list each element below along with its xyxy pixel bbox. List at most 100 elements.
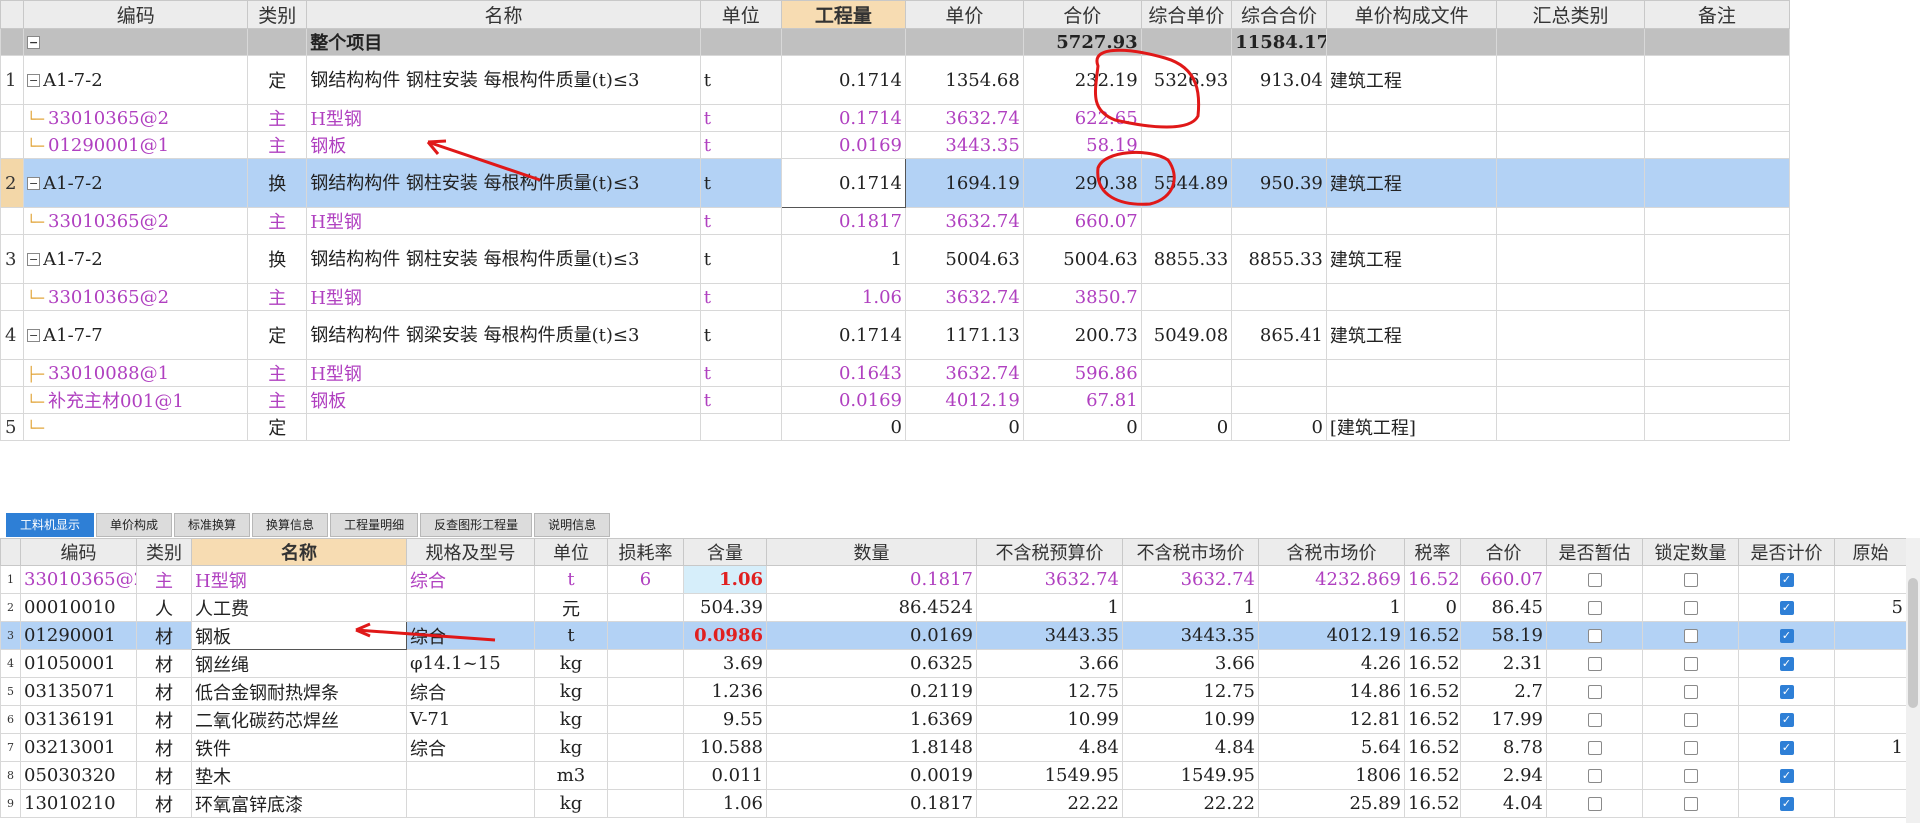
resource-name[interactable]: 环氧富锌底漆: [191, 789, 407, 818]
scroll-thumb[interactable]: [1908, 578, 1918, 708]
resource-loss-rate[interactable]: [607, 621, 684, 650]
header-type[interactable]: 类别: [247, 0, 308, 29]
header-code[interactable]: 编码: [23, 0, 249, 29]
resource-market-price[interactable]: 22.22: [1122, 789, 1259, 818]
is-estimate-checkbox[interactable]: [1587, 601, 1602, 615]
resource-content[interactable]: 9.55: [683, 705, 767, 734]
resource-market-price-tax[interactable]: 5.64: [1258, 733, 1405, 762]
resource-content[interactable]: 1.06: [683, 789, 767, 818]
material-row[interactable]: └─ 补充主材001@1 主 钢板 t 0.0169 4012.19 67.81: [0, 386, 1791, 414]
quota-row[interactable]: 5 └─ 定 0 0 0 0 0 [建筑工程]: [0, 413, 1791, 441]
lock-quantity-checkbox[interactable]: [1683, 657, 1698, 671]
resource-content[interactable]: 0.0986: [683, 621, 767, 650]
vertical-scrollbar[interactable]: [1906, 538, 1920, 823]
header-quantity[interactable]: 工程量: [780, 0, 906, 29]
is-estimate-checkbox[interactable]: [1587, 713, 1602, 727]
resource-loss-rate[interactable]: [607, 761, 684, 790]
is-priced-checkbox[interactable]: ✓: [1779, 573, 1794, 587]
resource-loss-rate[interactable]: [607, 733, 684, 762]
resource-market-price-tax[interactable]: 1806: [1258, 761, 1405, 790]
lock-quantity-checkbox[interactable]: [1683, 601, 1698, 615]
resource-loss-rate[interactable]: [607, 677, 684, 706]
resource-market-price[interactable]: 12.75: [1122, 677, 1259, 706]
resource-row[interactable]: 2 00010010 人人工费元 504.39 86.4524 1 1 1 0 86.45 ✓ 5: [0, 593, 1907, 622]
resource-market-price[interactable]: 1549.95: [1122, 761, 1259, 790]
is-estimate-checkbox[interactable]: [1587, 797, 1602, 811]
tab-labor-material[interactable]: 工料机显示: [6, 513, 95, 537]
collapse-icon[interactable]: −: [27, 329, 41, 342]
resource-quantity[interactable]: 0.0019: [766, 761, 977, 790]
tab-graphic-quantity[interactable]: 反查图形工程量: [420, 513, 533, 537]
resource-name[interactable]: 人工费: [191, 593, 407, 622]
collapse-icon[interactable]: −: [27, 177, 41, 190]
collapse-icon[interactable]: −: [27, 36, 41, 49]
header-comp-price[interactable]: 综合单价: [1140, 0, 1233, 29]
resource-loss-rate[interactable]: [607, 705, 684, 734]
quota-price-file[interactable]: 建筑工程: [1325, 158, 1498, 208]
header-market-price-tax[interactable]: 含税市场价: [1258, 538, 1405, 566]
header-summary-type[interactable]: 汇总类别: [1496, 0, 1645, 29]
quota-row[interactable]: 1 − A1-7-2 定 钢结构构件 钢柱安装 每根构件质量(t)≤3 t 0.1…: [0, 55, 1791, 105]
quota-qty[interactable]: 0.1714: [780, 55, 906, 105]
resource-row[interactable]: 5 03135071 材低合金钢耐热焊条 综合 kg 1.236 0.2119 12.75 12…: [0, 677, 1907, 706]
resource-loss-rate[interactable]: 6: [607, 565, 684, 594]
resource-name[interactable]: 垫木: [191, 761, 407, 790]
resource-content[interactable]: 504.39: [683, 593, 767, 622]
resource-quantity[interactable]: 86.4524: [766, 593, 977, 622]
resource-market-price-tax[interactable]: 1: [1258, 593, 1405, 622]
quota-price-file[interactable]: 建筑工程: [1325, 234, 1498, 284]
header-unit[interactable]: 单位: [534, 538, 608, 566]
resource-market-price-tax[interactable]: 4012.19: [1258, 621, 1405, 650]
resource-quantity[interactable]: 0.6325: [766, 649, 977, 678]
lock-quantity-checkbox[interactable]: [1683, 797, 1698, 811]
header-quantity[interactable]: 数量: [766, 538, 977, 566]
resource-content[interactable]: 1.236: [683, 677, 767, 706]
header-lock-qty[interactable]: 锁定数量: [1642, 538, 1739, 566]
resource-content[interactable]: 0.011: [683, 761, 767, 790]
collapse-icon[interactable]: −: [27, 253, 41, 266]
resource-tax-rate[interactable]: 16.52: [1404, 677, 1461, 706]
resource-loss-rate[interactable]: [607, 593, 684, 622]
resource-row-selected[interactable]: 3 01290001 材钢板 综合 t 0.0986 0.0169 3443.35 3443.3…: [0, 621, 1907, 650]
header-code[interactable]: 编码: [20, 538, 137, 566]
resource-quantity[interactable]: 1.6369: [766, 705, 977, 734]
resource-market-price[interactable]: 1: [1122, 593, 1259, 622]
resource-tax-rate[interactable]: 16.52: [1404, 761, 1461, 790]
header-loss-rate[interactable]: 损耗率: [607, 538, 684, 566]
resource-tax-rate[interactable]: 16.52: [1404, 705, 1461, 734]
resource-market-price-tax[interactable]: 14.86: [1258, 677, 1405, 706]
resource-tax-rate[interactable]: 16.52: [1404, 565, 1461, 594]
resource-market-price[interactable]: 10.99: [1122, 705, 1259, 734]
lock-quantity-checkbox[interactable]: [1683, 685, 1698, 699]
header-market-price[interactable]: 不含税市场价: [1122, 538, 1259, 566]
resource-row[interactable]: 6 03136191 材二氧化碳药芯焊丝 V-71 kg 9.55 1.6369 10.99 1…: [0, 705, 1907, 734]
resource-loss-rate[interactable]: [607, 649, 684, 678]
resource-tax-rate[interactable]: 16.52: [1404, 789, 1461, 818]
resource-quantity[interactable]: 0.2119: [766, 677, 977, 706]
header-content[interactable]: 含量: [683, 538, 767, 566]
resource-row[interactable]: 1 33010365@2 主 H型钢 综合 t 6 1.06 0.1817 3632.74 3632…: [0, 565, 1907, 594]
resource-market-price[interactable]: 3443.35: [1122, 621, 1259, 650]
quota-price-file[interactable]: [建筑工程]: [1325, 413, 1498, 441]
header-is-priced[interactable]: 是否计价: [1738, 538, 1835, 566]
is-priced-checkbox[interactable]: ✓: [1779, 741, 1794, 755]
quota-qty[interactable]: 1: [780, 234, 906, 284]
header-type[interactable]: 类别: [136, 538, 192, 566]
lock-quantity-checkbox[interactable]: [1683, 769, 1698, 783]
resource-quantity[interactable]: 0.0169: [766, 621, 977, 650]
lock-quantity-checkbox[interactable]: [1683, 573, 1698, 587]
resource-market-price[interactable]: 4.84: [1122, 733, 1259, 762]
header-amount[interactable]: 合价: [1022, 0, 1142, 29]
is-estimate-checkbox[interactable]: [1587, 769, 1602, 783]
resource-row[interactable]: 8 05030320 材垫木 m3 0.011 0.0019 1549.95 1549.95 1…: [0, 761, 1907, 790]
header-price-file[interactable]: 单价构成文件: [1325, 0, 1498, 29]
quota-row[interactable]: 4 − A1-7-7 定 钢结构构件 钢梁安装 每根构件质量(t)≤3 t 0.1…: [0, 310, 1791, 360]
resource-row[interactable]: 7 03213001 材铁件 综合 kg 10.588 1.8148 4.84 4.84 5.64…: [0, 733, 1907, 762]
resource-row[interactable]: 9 13010210 材环氧富锌底漆 kg 1.06 0.1817 22.22 22.22 25…: [0, 789, 1907, 818]
is-priced-checkbox[interactable]: ✓: [1779, 769, 1794, 783]
quota-price-file[interactable]: 建筑工程: [1325, 310, 1498, 360]
is-priced-checkbox[interactable]: ✓: [1779, 629, 1794, 643]
resource-market-price[interactable]: 3632.74: [1122, 565, 1259, 594]
material-row[interactable]: └─ 33010365@2 主 H型钢 t 0.1714 3632.74 622.…: [0, 104, 1791, 132]
is-priced-checkbox[interactable]: ✓: [1779, 713, 1794, 727]
